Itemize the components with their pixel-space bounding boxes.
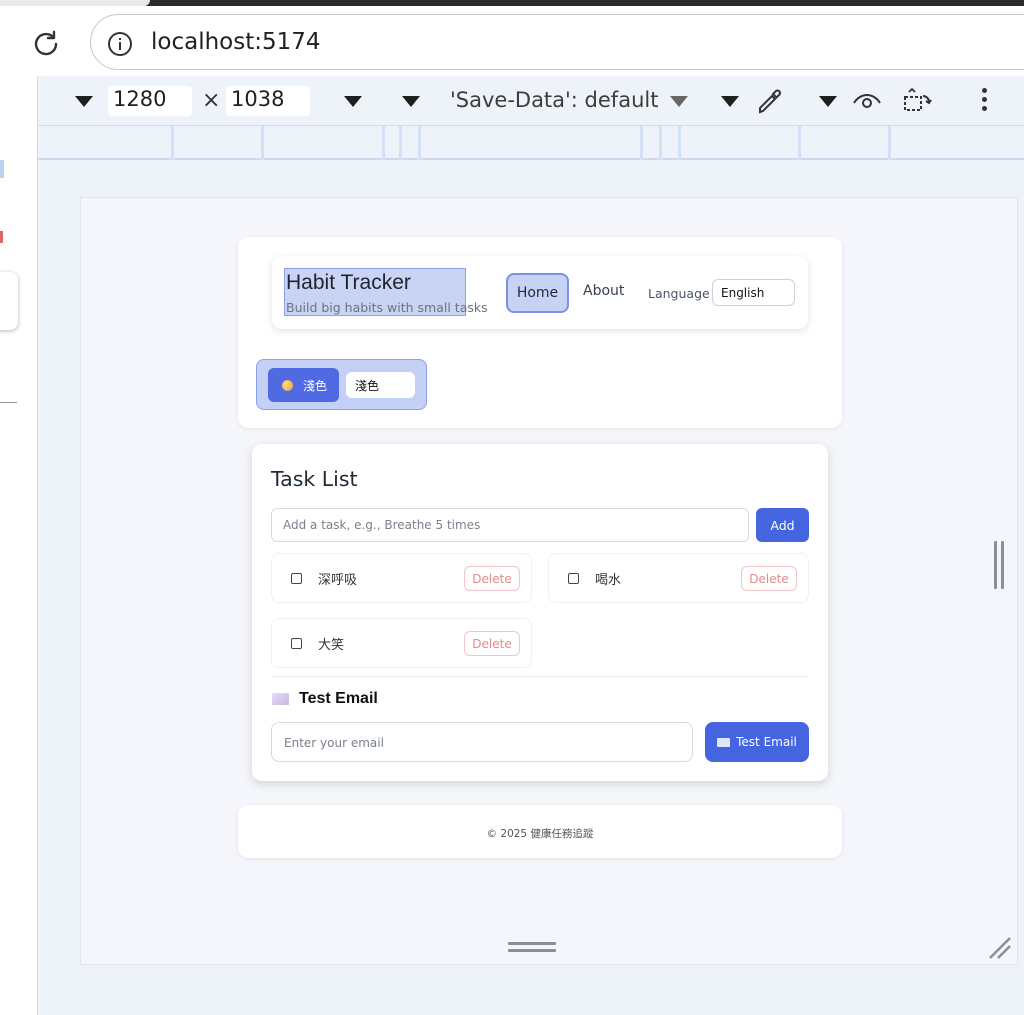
test-email-heading-label: Test Email xyxy=(299,690,378,707)
language-label: Language xyxy=(648,286,710,301)
task-checkbox[interactable] xyxy=(291,573,302,584)
theme-button-label: 淺色 xyxy=(303,378,328,393)
panel-divider xyxy=(0,402,17,403)
throttle-dropdown-icon[interactable] xyxy=(402,96,420,107)
task-item: 喝水 Delete xyxy=(548,553,809,603)
url-text: localhost:5174 xyxy=(151,29,321,55)
brand: Habit Tracker Build big habits with smal… xyxy=(284,268,488,316)
app-title: Habit Tracker xyxy=(286,271,411,294)
dropdown-icon[interactable] xyxy=(819,96,837,107)
vision-deficiency-eye-icon[interactable] xyxy=(851,86,883,120)
theme-toggle-button[interactable]: 淺色 xyxy=(268,368,339,402)
app-subtitle: Build big habits with small tasks xyxy=(286,300,488,315)
email-input[interactable]: Enter your email xyxy=(271,722,693,762)
task-item: 深呼吸 Delete xyxy=(271,553,532,603)
more-options-icon[interactable] xyxy=(982,88,988,115)
width-input[interactable]: 1280 xyxy=(108,86,192,116)
zoom-dropdown-icon[interactable] xyxy=(344,96,362,107)
resize-handle-bottom[interactable] xyxy=(508,942,556,954)
browser-toolbar: localhost:5174 xyxy=(0,6,1024,76)
task-item: 大笑 Delete xyxy=(271,618,532,668)
nav-home-button[interactable]: Home xyxy=(506,273,569,313)
site-info-icon[interactable] xyxy=(107,31,133,61)
sun-icon xyxy=(282,379,293,391)
resize-handle-corner[interactable] xyxy=(988,936,1012,964)
delete-task-button[interactable]: Delete xyxy=(464,631,520,656)
task-checkbox[interactable] xyxy=(291,638,302,649)
panel-mark xyxy=(0,160,4,178)
media-query-ruler xyxy=(38,126,1024,160)
language-select[interactable]: English xyxy=(712,279,795,306)
resize-handle-right[interactable] xyxy=(994,541,1006,589)
task-name: 大笑 xyxy=(318,638,345,653)
save-data-select[interactable]: 'Save-Data': default xyxy=(450,88,658,112)
reload-icon[interactable] xyxy=(28,26,64,62)
test-email-heading: Test Email xyxy=(272,690,378,708)
add-task-button[interactable]: Add xyxy=(756,508,809,542)
delete-task-button[interactable]: Delete xyxy=(464,566,520,591)
test-email-button-label: Test Email xyxy=(736,735,797,749)
address-bar[interactable]: localhost:5174 xyxy=(90,14,1024,70)
device-toolbar: 1280 × 1038 'Save-Data': default xyxy=(38,76,1024,126)
save-data-dropdown-icon[interactable] xyxy=(670,96,688,107)
test-email-button[interactable]: Test Email xyxy=(705,722,809,762)
dropdown-icon[interactable] xyxy=(721,96,739,107)
task-name: 深呼吸 xyxy=(318,573,358,588)
theme-select[interactable]: 淺色 xyxy=(346,372,415,398)
footer: © 2025 健康任務追蹤 xyxy=(238,805,842,858)
task-list-heading: Task List xyxy=(271,467,358,491)
delete-task-button[interactable]: Delete xyxy=(741,566,797,591)
envelope-icon xyxy=(272,693,289,705)
rotate-icon[interactable] xyxy=(901,86,935,120)
footer-text: © 2025 健康任務追蹤 xyxy=(486,828,594,840)
section-divider xyxy=(271,676,809,677)
panel-mark xyxy=(0,231,3,243)
dimensions-dropdown-icon[interactable] xyxy=(75,96,93,107)
times-symbol: × xyxy=(202,88,221,113)
left-side-panel xyxy=(0,76,37,1015)
task-name: 喝水 xyxy=(595,573,622,588)
height-input[interactable]: 1038 xyxy=(226,86,310,116)
nav-about-link[interactable]: About xyxy=(583,283,624,299)
panel-tab[interactable] xyxy=(0,272,18,330)
task-checkbox[interactable] xyxy=(568,573,579,584)
task-input[interactable]: Add a task, e.g., Breathe 5 times xyxy=(271,508,749,542)
envelope-icon xyxy=(717,737,731,747)
eyedropper-icon[interactable] xyxy=(754,86,786,120)
